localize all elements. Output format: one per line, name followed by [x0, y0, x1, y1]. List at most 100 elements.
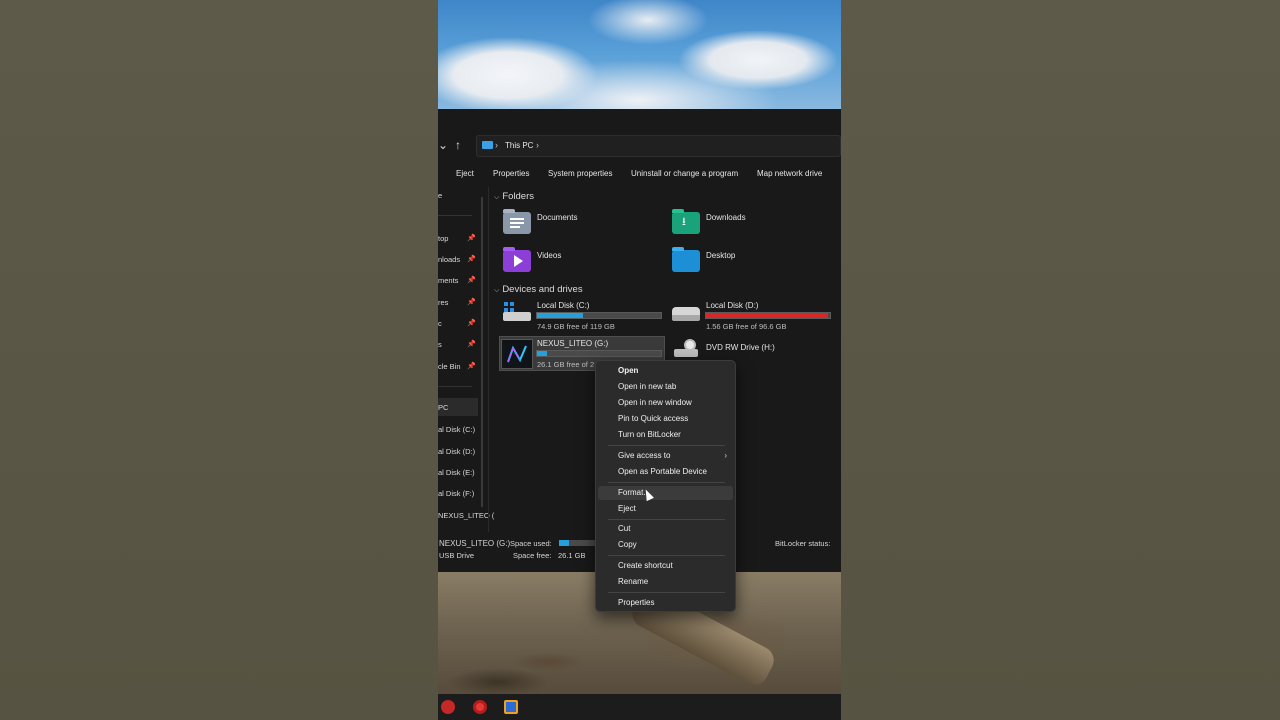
map-network-drive-button[interactable]: Map network drive: [757, 169, 822, 178]
videos-folder-label[interactable]: Videos: [537, 251, 561, 260]
menu-item-cut[interactable]: Cut: [598, 522, 733, 536]
space-used-label: Space used:: [510, 539, 552, 548]
chevron-right-icon[interactable]: ›: [536, 140, 539, 150]
menu-item-eject[interactable]: Eject: [598, 502, 733, 516]
folders-section-header[interactable]: ⌵ Folders: [494, 191, 534, 202]
menu-item-rename[interactable]: Rename: [598, 575, 733, 589]
menu-item-pin-quick-access[interactable]: Pin to Quick access: [598, 412, 733, 426]
navigation-pane: e top 📌 nloads 📌 ments 📌 res 📌 c 📌 s 📌 c…: [438, 187, 494, 532]
sidebar-item-drive-g[interactable]: NEXUS_LITEO (: [438, 511, 494, 520]
up-arrow-icon[interactable]: ↑: [455, 138, 461, 152]
drive-c-usage-bar: [536, 312, 662, 319]
menu-item-format[interactable]: Format...: [598, 486, 733, 500]
menu-item-turn-on-bitlocker[interactable]: Turn on BitLocker: [598, 428, 733, 442]
pin-icon: 📌: [467, 277, 476, 284]
chevron-down-icon[interactable]: ⌄: [438, 138, 448, 152]
menu-separator: [608, 555, 725, 556]
sidebar-item-desktop[interactable]: top: [438, 234, 448, 243]
sidebar-item-drive-f[interactable]: al Disk (F:): [438, 489, 474, 498]
drive-g-free-space: 26.1 GB free of 2: [537, 360, 595, 369]
downloads-folder-label[interactable]: Downloads: [706, 213, 746, 222]
address-bar[interactable]: › This PC ›: [476, 135, 841, 157]
sidebar-item-this-pc[interactable]: PC: [438, 403, 448, 412]
drive-h-label[interactable]: DVD RW Drive (H:): [706, 343, 775, 352]
desktop-folder-label[interactable]: Desktop: [706, 251, 735, 260]
sidebar-item-downloads[interactable]: nloads: [438, 255, 460, 264]
taskbar: [438, 694, 841, 720]
nexus-liteo-drive-icon[interactable]: [501, 339, 533, 369]
pin-icon: 📌: [467, 256, 476, 263]
space-free-value: 26.1 GB: [558, 551, 586, 560]
downloads-folder-icon[interactable]: ⭳: [672, 209, 700, 234]
devices-section-header[interactable]: ⌵ Devices and drives: [494, 284, 583, 295]
left-background: [0, 0, 438, 720]
sidebar-item-drive-d[interactable]: al Disk (D:): [438, 447, 475, 456]
drive-g-label[interactable]: NEXUS_LITEO (G:): [537, 339, 608, 348]
documents-folder-label[interactable]: Documents: [537, 213, 577, 222]
pin-icon: 📌: [467, 341, 476, 348]
space-used-fill: [559, 540, 569, 546]
sidebar-item-recycle-bin[interactable]: cle Bin: [438, 362, 461, 371]
sidebar-item-fragment[interactable]: e: [438, 191, 442, 200]
videos-folder-icon[interactable]: [503, 247, 531, 272]
eject-button[interactable]: Eject: [456, 169, 474, 178]
this-pc-icon: [482, 141, 493, 149]
drive-d-usage-bar: [705, 312, 831, 319]
dvd-drive-icon[interactable]: [674, 339, 702, 357]
menu-item-create-shortcut[interactable]: Create shortcut: [598, 559, 733, 573]
sidebar-divider: [438, 386, 472, 387]
space-free-label: Space free:: [513, 551, 552, 560]
menu-separator: [608, 592, 725, 593]
menu-item-open-new-tab[interactable]: Open in new tab: [598, 380, 733, 394]
pin-icon: 📌: [467, 235, 476, 242]
drive-d-label[interactable]: Local Disk (D:): [706, 301, 758, 310]
sidebar-scrollbar[interactable]: [481, 197, 483, 507]
drive-d-usage-fill: [706, 313, 828, 318]
drive-g-usage-fill: [537, 351, 547, 356]
video-editor-icon[interactable]: [504, 700, 518, 714]
menu-item-open-portable-device[interactable]: Open as Portable Device: [598, 465, 733, 479]
menu-item-open[interactable]: Open: [598, 364, 733, 378]
sidebar-item-drive-e[interactable]: al Disk (E:): [438, 468, 475, 477]
drive-g-usage-bar: [536, 350, 662, 357]
pane-divider: [488, 187, 489, 532]
chevron-right-icon: ›: [724, 451, 727, 460]
windows-drive-icon[interactable]: [503, 302, 531, 321]
sidebar-divider: [438, 215, 472, 216]
menu-item-give-access[interactable]: Give access to ›: [598, 449, 733, 463]
chevron-down-icon: ⌵: [494, 194, 500, 201]
app-red-icon[interactable]: [441, 700, 455, 714]
menu-item-copy[interactable]: Copy: [598, 538, 733, 552]
drive-c-free-space: 74.9 GB free of 119 GB: [537, 322, 615, 331]
desktop-folder-icon[interactable]: [672, 247, 700, 272]
chevron-right-icon[interactable]: ›: [495, 140, 498, 150]
system-properties-button[interactable]: System properties: [548, 169, 612, 178]
space-used-bar: [559, 540, 599, 546]
sidebar-item-documents[interactable]: ments: [438, 276, 458, 285]
properties-button[interactable]: Properties: [493, 169, 529, 178]
sidebar-item-pictures[interactable]: res: [438, 298, 448, 307]
drive-context-menu: Open Open in new tab Open in new window …: [595, 360, 736, 612]
pin-icon: 📌: [467, 299, 476, 306]
menu-item-properties[interactable]: Properties: [598, 596, 733, 610]
drive-d-free-space: 1.56 GB free of 96.6 GB: [706, 322, 787, 331]
bitlocker-status-label: BitLocker status:: [775, 539, 831, 548]
right-background: [841, 0, 1280, 720]
pin-icon: 📌: [467, 320, 476, 327]
opera-browser-icon[interactable]: [473, 700, 487, 714]
documents-folder-icon[interactable]: [503, 209, 531, 234]
hard-drive-icon[interactable]: [672, 307, 700, 325]
sidebar-item-videos[interactable]: s: [438, 340, 442, 349]
details-drive-name: NEXUS_LITEO (G:): [439, 539, 511, 548]
address-location[interactable]: This PC: [505, 141, 533, 150]
command-bar: Eject Properties System properties Unins…: [438, 167, 841, 181]
menu-item-open-new-window[interactable]: Open in new window: [598, 396, 733, 410]
sidebar-item-drive-c[interactable]: al Disk (C:): [438, 425, 475, 434]
drive-c-label[interactable]: Local Disk (C:): [537, 301, 589, 310]
pin-icon: 📌: [467, 363, 476, 370]
details-drive-type: USB Drive: [439, 551, 475, 560]
address-row: ⌄ ↑ › This PC ›: [438, 135, 841, 157]
drive-c-usage-fill: [537, 313, 583, 318]
sidebar-item-music[interactable]: c: [438, 319, 442, 328]
uninstall-program-button[interactable]: Uninstall or change a program: [631, 169, 738, 178]
